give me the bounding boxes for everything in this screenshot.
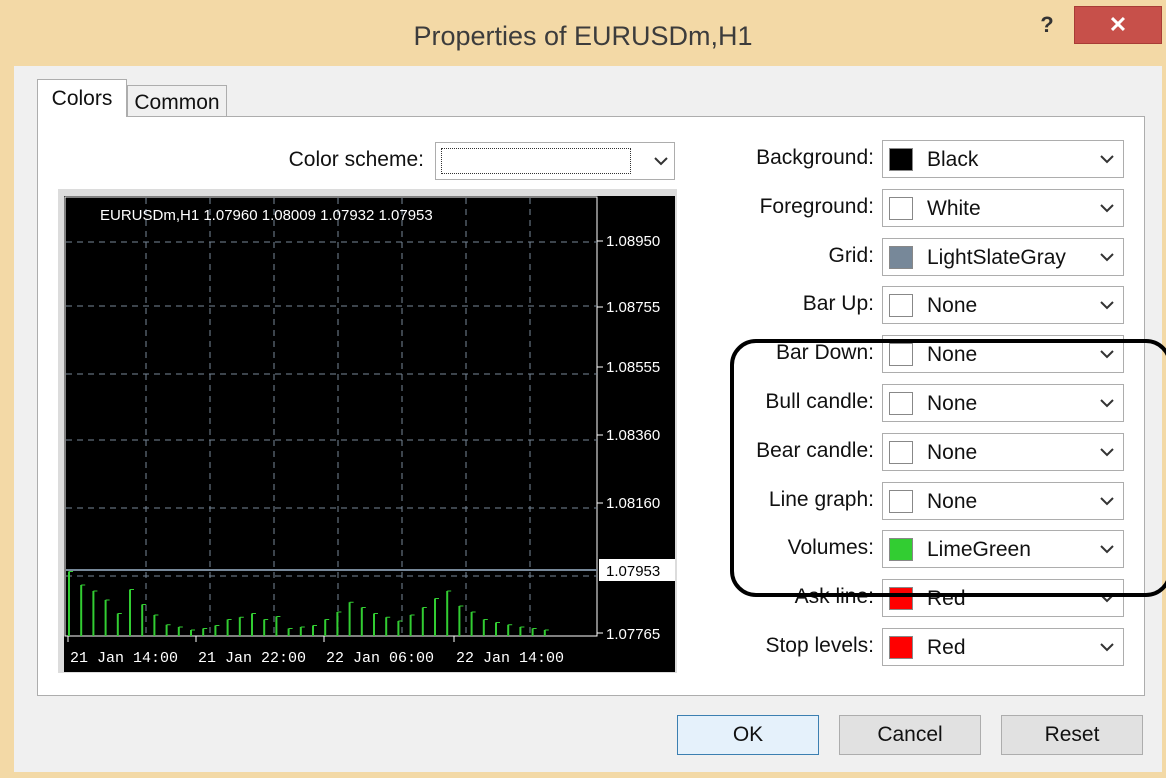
line-graph-color-select[interactable]: None — [882, 482, 1124, 520]
chevron-down-icon — [1095, 483, 1119, 519]
price-label: 1.08160 — [606, 495, 660, 512]
time-label: 21 Jan 22:00 — [198, 650, 306, 667]
bottom-price-label: 1.07765 — [606, 626, 660, 643]
time-label: 22 Jan 06:00 — [326, 650, 434, 667]
color-value: None — [927, 490, 978, 513]
color-swatch — [889, 636, 913, 659]
bear-candle-label: Bear candle: — [756, 439, 874, 462]
price-label: 1.08360 — [606, 427, 660, 444]
color-swatch — [889, 246, 913, 269]
chart-symbol-header: EURUSDm,H1 1.07960 1.08009 1.07932 1.079… — [100, 207, 433, 224]
chevron-down-icon — [1095, 190, 1119, 226]
bull-candle-color-select[interactable]: None — [882, 384, 1124, 422]
cancel-button[interactable]: Cancel — [839, 715, 981, 755]
volumes-color-select[interactable]: LimeGreen — [882, 530, 1124, 568]
color-swatch — [889, 587, 913, 610]
color-swatch — [889, 148, 913, 171]
chevron-down-icon — [1095, 336, 1119, 372]
time-label: 21 Jan 14:00 — [70, 650, 178, 667]
color-scheme-select[interactable] — [435, 142, 675, 180]
title-bar[interactable]: Properties of EURUSDm,H1 ? ✕ — [0, 0, 1166, 66]
bull-candle-label: Bull candle: — [765, 390, 874, 413]
price-label: 1.08950 — [606, 233, 660, 250]
tab-colors[interactable]: Colors — [37, 79, 127, 117]
tab-common[interactable]: Common — [127, 85, 227, 116]
background-label: Background: — [756, 146, 874, 169]
properties-dialog: Properties of EURUSDm,H1 ? ✕ Colors Comm… — [0, 0, 1166, 778]
foreground-label: Foreground: — [759, 195, 874, 218]
color-swatch — [889, 538, 913, 561]
ok-button[interactable]: OK — [677, 715, 819, 755]
close-button[interactable]: ✕ — [1074, 6, 1162, 44]
ask-line-label: Ask line: — [794, 585, 874, 608]
price-label: 1.08555 — [606, 359, 660, 376]
chevron-down-icon — [654, 143, 668, 179]
bar-up-label: Bar Up: — [802, 292, 874, 315]
help-button[interactable]: ? — [1030, 8, 1064, 42]
color-value: Black — [927, 148, 979, 171]
focus-rectangle — [441, 148, 631, 174]
chevron-down-icon — [1095, 629, 1119, 665]
color-value: LimeGreen — [927, 538, 1031, 561]
chevron-down-icon — [1095, 239, 1119, 275]
color-swatch — [889, 343, 913, 366]
bar-down-color-select[interactable]: None — [882, 335, 1124, 373]
color-scheme-label: Color scheme: — [288, 148, 424, 171]
bar-up-color-select[interactable]: None — [882, 286, 1124, 324]
chevron-down-icon — [1095, 434, 1119, 470]
volumes-label: Volumes: — [787, 536, 874, 559]
color-value: None — [927, 441, 978, 464]
dialog-body: Colors Common Color scheme: EURUSDm,H1 1… — [14, 66, 1166, 772]
foreground-color-select[interactable]: White — [882, 189, 1124, 227]
window-title: Properties of EURUSDm,H1 — [413, 21, 753, 51]
chevron-down-icon — [1095, 287, 1119, 323]
chevron-down-icon — [1095, 385, 1119, 421]
time-label: 22 Jan 14:00 — [456, 650, 564, 667]
color-value: Red — [927, 636, 966, 659]
stop-levels-label: Stop levels: — [765, 634, 874, 657]
color-value: LightSlateGray — [927, 246, 1066, 269]
color-swatch — [889, 441, 913, 464]
reset-button[interactable]: Reset — [1001, 715, 1143, 755]
color-swatch — [889, 392, 913, 415]
chart-background — [64, 196, 675, 672]
price-label: 1.08755 — [606, 299, 660, 316]
color-value: None — [927, 294, 978, 317]
background-color-select[interactable]: Black — [882, 140, 1124, 178]
chevron-down-icon — [1095, 141, 1119, 177]
ask-line-color-select[interactable]: Red — [882, 579, 1124, 617]
color-value: White — [927, 197, 981, 220]
current-price-label: 1.07953 — [606, 563, 660, 580]
color-swatch — [889, 197, 913, 220]
color-value: Red — [927, 587, 966, 610]
chevron-down-icon — [1095, 580, 1119, 616]
chart-preview: EURUSDm,H1 1.07960 1.08009 1.07932 1.079… — [64, 196, 675, 672]
chevron-down-icon — [1095, 531, 1119, 567]
color-swatch — [889, 490, 913, 513]
color-value: None — [927, 343, 978, 366]
color-swatch — [889, 294, 913, 317]
line-graph-label: Line graph: — [768, 488, 874, 511]
color-value: None — [927, 392, 978, 415]
grid-label: Grid: — [828, 244, 874, 267]
grid-color-select[interactable]: LightSlateGray — [882, 238, 1124, 276]
stop-levels-color-select[interactable]: Red — [882, 628, 1124, 666]
bar-down-label: Bar Down: — [775, 341, 874, 364]
bear-candle-color-select[interactable]: None — [882, 433, 1124, 471]
